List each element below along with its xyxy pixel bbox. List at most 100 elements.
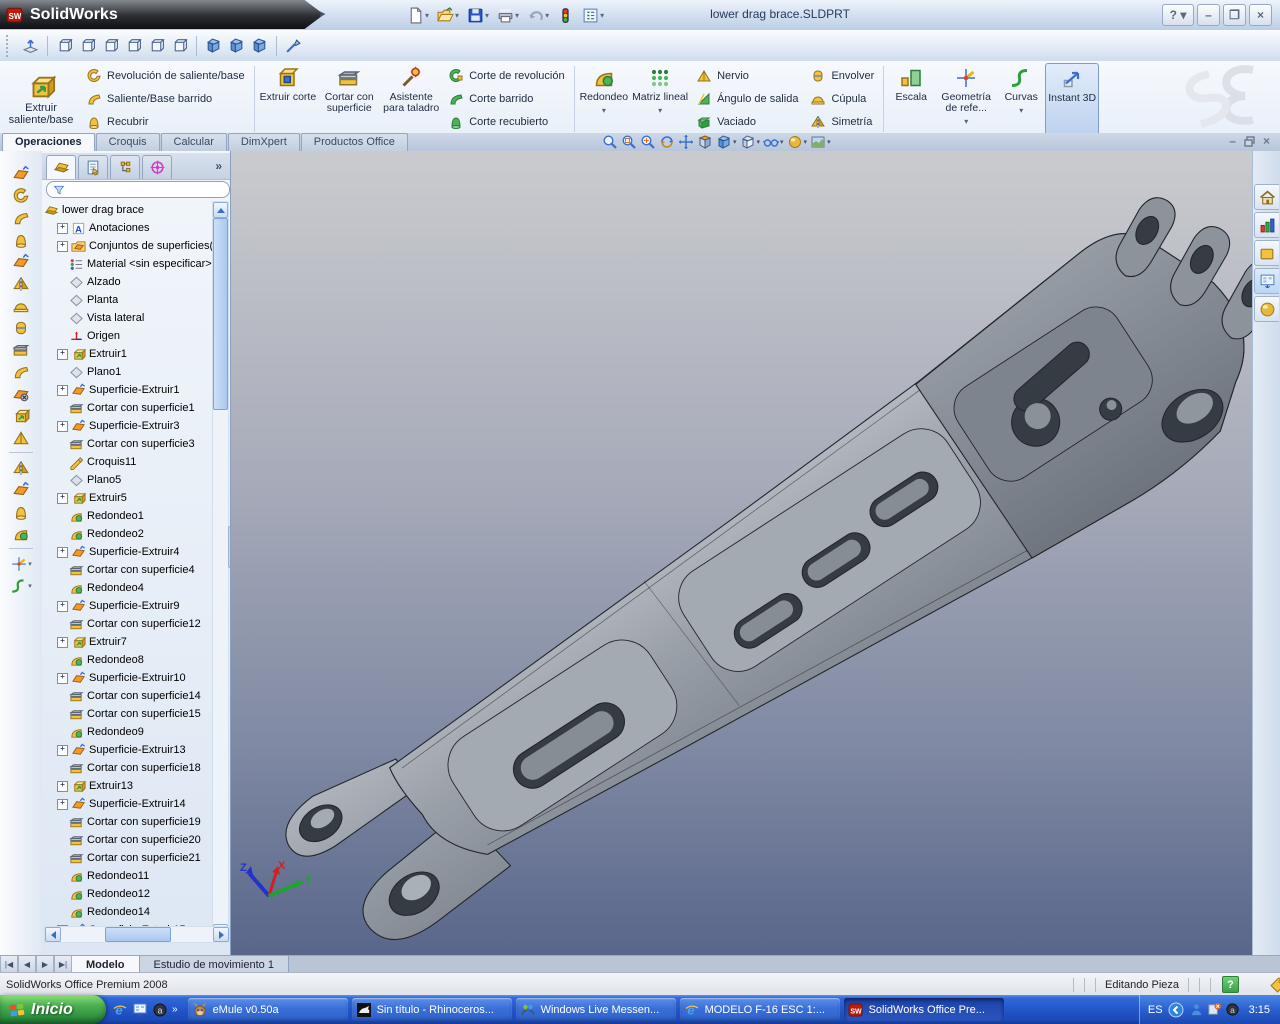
scroll-left-button[interactable]	[45, 927, 61, 942]
new-doc-button[interactable]: ▾	[405, 4, 431, 26]
surf-extrude-button[interactable]	[7, 479, 35, 500]
tray-person-icon[interactable]	[1189, 1002, 1204, 1017]
wrap-button[interactable]	[7, 317, 35, 338]
ribbon-button-geometr-a-de-refe[interactable]: Geometría de refe...▾	[935, 63, 997, 135]
ribbon-button-ngulo-de-salida[interactable]: Ángulo de salida	[696, 89, 798, 109]
model-tab-nav-last[interactable]: ▶|	[54, 956, 72, 973]
rotate-view-button[interactable]	[659, 134, 675, 150]
ribbon-button-corte-barrido[interactable]: Corte barrido	[448, 89, 564, 109]
feature-vista-lateral[interactable]: Vista lateral	[44, 309, 214, 327]
taskbar-button-sin-t-tulo-rhinoceros[interactable]: Sin título - Rhinoceros...	[352, 998, 512, 1021]
expand-toggle[interactable]: +	[57, 601, 68, 612]
start-button[interactable]: Inicio	[0, 995, 106, 1024]
expand-toggle[interactable]: +	[57, 673, 68, 684]
view-cube-wire-button[interactable]	[77, 35, 98, 57]
feature-cortar-con-superficie14[interactable]: Cortar con superficie14	[44, 687, 214, 705]
close-button[interactable]: ×	[1249, 4, 1272, 26]
ref-geometry-button[interactable]: ▾	[7, 553, 35, 574]
zoom-fit-button[interactable]	[602, 134, 618, 150]
ribbon-button-saliente-base-barrido[interactable]: Saliente/Base barrido	[86, 89, 245, 109]
feature-alzado[interactable]: Alzado	[44, 273, 214, 291]
ribbon-button-redondeo[interactable]: Redondeo▾	[578, 63, 630, 135]
surf-cut-button[interactable]	[7, 339, 35, 360]
mirror-button[interactable]	[7, 457, 35, 478]
undo-button[interactable]: ▾	[525, 4, 551, 26]
fillet-button[interactable]	[7, 523, 35, 544]
view-cube-wire-button[interactable]	[54, 35, 75, 57]
feature-superficie-extruir13[interactable]: +Superficie-Extruir13	[44, 741, 214, 759]
expand-toggle[interactable]: +	[57, 781, 68, 792]
task-pane-resources-tab[interactable]	[1254, 212, 1279, 238]
feature-superficie-extruir14[interactable]: +Superficie-Extruir14	[44, 795, 214, 813]
feature-redondeo12[interactable]: Redondeo12	[44, 885, 214, 903]
surf-extrude-button[interactable]	[7, 163, 35, 184]
toolbar-grip[interactable]	[6, 35, 12, 57]
section-view-button[interactable]	[697, 134, 713, 150]
ribbon-button-nervio[interactable]: Nervio	[696, 66, 798, 86]
task-pane-ball-gold-tab[interactable]	[1254, 296, 1279, 322]
feature-redondeo4[interactable]: Redondeo4	[44, 579, 214, 597]
display-style-button[interactable]: ▾	[740, 134, 761, 150]
ribbon-button-instant-3d[interactable]: Instant 3D	[1045, 63, 1099, 135]
feature-croquis11[interactable]: Croquis11	[44, 453, 214, 471]
ribbon-button-extruir-corte[interactable]: Extruir corte	[258, 63, 319, 135]
feature-superficie-extruir10[interactable]: +Superficie-Extruir10	[44, 669, 214, 687]
view-cube-wire-button[interactable]	[169, 35, 190, 57]
view-cube-solid-button[interactable]	[226, 35, 247, 57]
expand-toggle[interactable]: +	[57, 547, 68, 558]
feature-redondeo2[interactable]: Redondeo2	[44, 525, 214, 543]
expand-toggle[interactable]: +	[57, 493, 68, 504]
view-tool-button[interactable]	[283, 35, 304, 57]
quick-launch-overflow[interactable]: »	[172, 1004, 178, 1015]
ribbon-button-envolver[interactable]: Envolver	[810, 66, 874, 86]
view-normal-to-button[interactable]	[20, 35, 41, 57]
feature-cortar-con-superficie3[interactable]: Cortar con superficie3	[44, 435, 214, 453]
view-cube-solid-button[interactable]	[203, 35, 224, 57]
doc-restore-button[interactable]	[1244, 134, 1255, 148]
scroll-thumb[interactable]	[213, 218, 228, 410]
tab-croquis[interactable]: Croquis	[96, 133, 160, 151]
feature-cortar-con-superficie20[interactable]: Cortar con superficie20	[44, 831, 214, 849]
feature-superficie-extruir4[interactable]: +Superficie-Extruir4	[44, 543, 214, 561]
restore-button[interactable]: ❐	[1223, 4, 1246, 26]
expand-toggle[interactable]: +	[57, 637, 68, 648]
loft-button[interactable]	[7, 229, 35, 250]
tray-badge-x-icon[interactable]	[1207, 1002, 1222, 1017]
feature-cortar-con-superficie19[interactable]: Cortar con superficie19	[44, 813, 214, 831]
dome-button[interactable]	[7, 295, 35, 316]
expand-toggle[interactable]: +	[57, 349, 68, 360]
feature-cortar-con-superficie4[interactable]: Cortar con superficie4	[44, 561, 214, 579]
model-tab-nav-next[interactable]: ▶	[36, 956, 54, 973]
feature-plano1[interactable]: Plano1	[44, 363, 214, 381]
feature-lower-drag-brace[interactable]: lower drag brace	[44, 201, 214, 219]
revolve-button[interactable]	[7, 185, 35, 206]
print-button[interactable]: ▾	[495, 4, 521, 26]
expand-toggle[interactable]: +	[57, 385, 68, 396]
scroll-right-button[interactable]	[213, 927, 229, 942]
ribbon-button-recubrir[interactable]: Recubrir	[86, 112, 245, 132]
expand-toggle[interactable]: +	[57, 223, 68, 234]
doc-close-button[interactable]: ×	[1263, 134, 1270, 148]
open-folder-button[interactable]: ▾	[435, 4, 461, 26]
feature-redondeo9[interactable]: Redondeo9	[44, 723, 214, 741]
taskbar-button-modelo-f-16-esc-1[interactable]: eMODELO F-16 ESC 1:...	[680, 998, 840, 1021]
ribbon-button-corte-recubierto[interactable]: Corte recubierto	[448, 112, 564, 132]
feature-material-sin-especificar[interactable]: Material <sin especificar>	[44, 255, 214, 273]
feature-extruir1[interactable]: +Extruir1	[44, 345, 214, 363]
ribbon-button-matriz-lineal[interactable]: Matriz lineal▾	[630, 63, 690, 135]
curves-button[interactable]: ▾	[7, 575, 35, 596]
tab-dimxpertmanager[interactable]	[142, 155, 172, 179]
help-button[interactable]: ? ▾	[1162, 4, 1194, 26]
feature-superficie-extruir3[interactable]: +Superficie-Extruir3	[44, 417, 214, 435]
ribbon-button-extruir-saliente-base[interactable]: Extruir saliente/base	[2, 63, 80, 135]
sweep-button[interactable]	[7, 207, 35, 228]
tab-calcular[interactable]: Calcular	[161, 133, 227, 151]
feature-cortar-con-superficie1[interactable]: Cortar con superficie1	[44, 399, 214, 417]
expand-toggle[interactable]: +	[57, 241, 68, 252]
hide-show-button[interactable]: ▾	[763, 134, 784, 150]
rib-button[interactable]	[7, 427, 35, 448]
ribbon-button-simetr-a[interactable]: Simetría	[810, 112, 874, 132]
scene-button[interactable]: ▾	[810, 134, 831, 150]
model-tab-nav-prev[interactable]: ◀	[18, 956, 36, 973]
tab-modelo[interactable]: Modelo	[72, 956, 140, 973]
